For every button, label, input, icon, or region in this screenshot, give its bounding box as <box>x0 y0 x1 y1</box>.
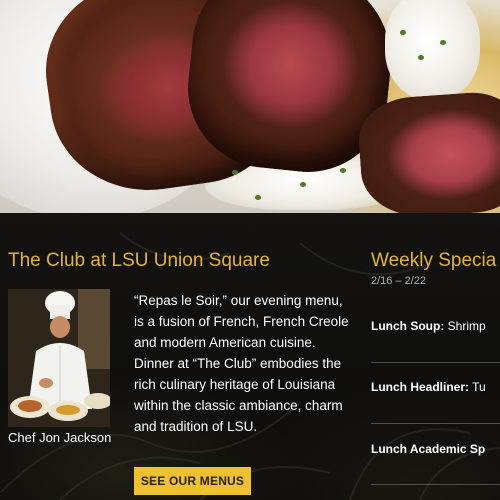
special-item-value: Tu <box>469 380 486 394</box>
see-our-menus-button[interactable]: SEE OUR MENUS <box>134 467 251 495</box>
special-item-label: Lunch Headliner: <box>371 380 470 394</box>
divider <box>371 423 500 424</box>
special-item: Lunch Academic Sp <box>371 442 500 456</box>
divider <box>371 484 500 485</box>
special-item-value: Shrimp <box>444 319 486 333</box>
weekly-dates: 2/16 – 2/22 <box>371 275 427 287</box>
herb-garnish <box>440 40 446 45</box>
crab-meat <box>385 0 480 100</box>
herb-garnish <box>418 55 424 60</box>
chef-photo <box>8 289 110 427</box>
herb-garnish <box>400 30 406 35</box>
herb-garnish <box>300 182 306 187</box>
herb-garnish <box>232 170 238 175</box>
herb-garnish <box>255 195 261 200</box>
special-item-label: Lunch Soup: <box>371 319 445 333</box>
club-title: The Club at LSU Union Square <box>8 250 270 271</box>
intro-paragraph: “Repas le Soir,” our evening menu, is a … <box>134 293 349 434</box>
special-item: Lunch Soup: Shrimp <box>371 319 500 333</box>
special-item-label: Lunch Academic Sp <box>371 442 486 456</box>
hero-food-image <box>0 0 500 213</box>
weekly-specials-title: Weekly Specia <box>371 250 497 271</box>
steak-slice <box>356 89 500 213</box>
herb-garnish <box>340 168 346 173</box>
special-item: Lunch Headliner: Tu <box>371 380 500 394</box>
chef-caption: Chef Jon Jackson <box>8 430 112 445</box>
divider <box>371 362 500 363</box>
